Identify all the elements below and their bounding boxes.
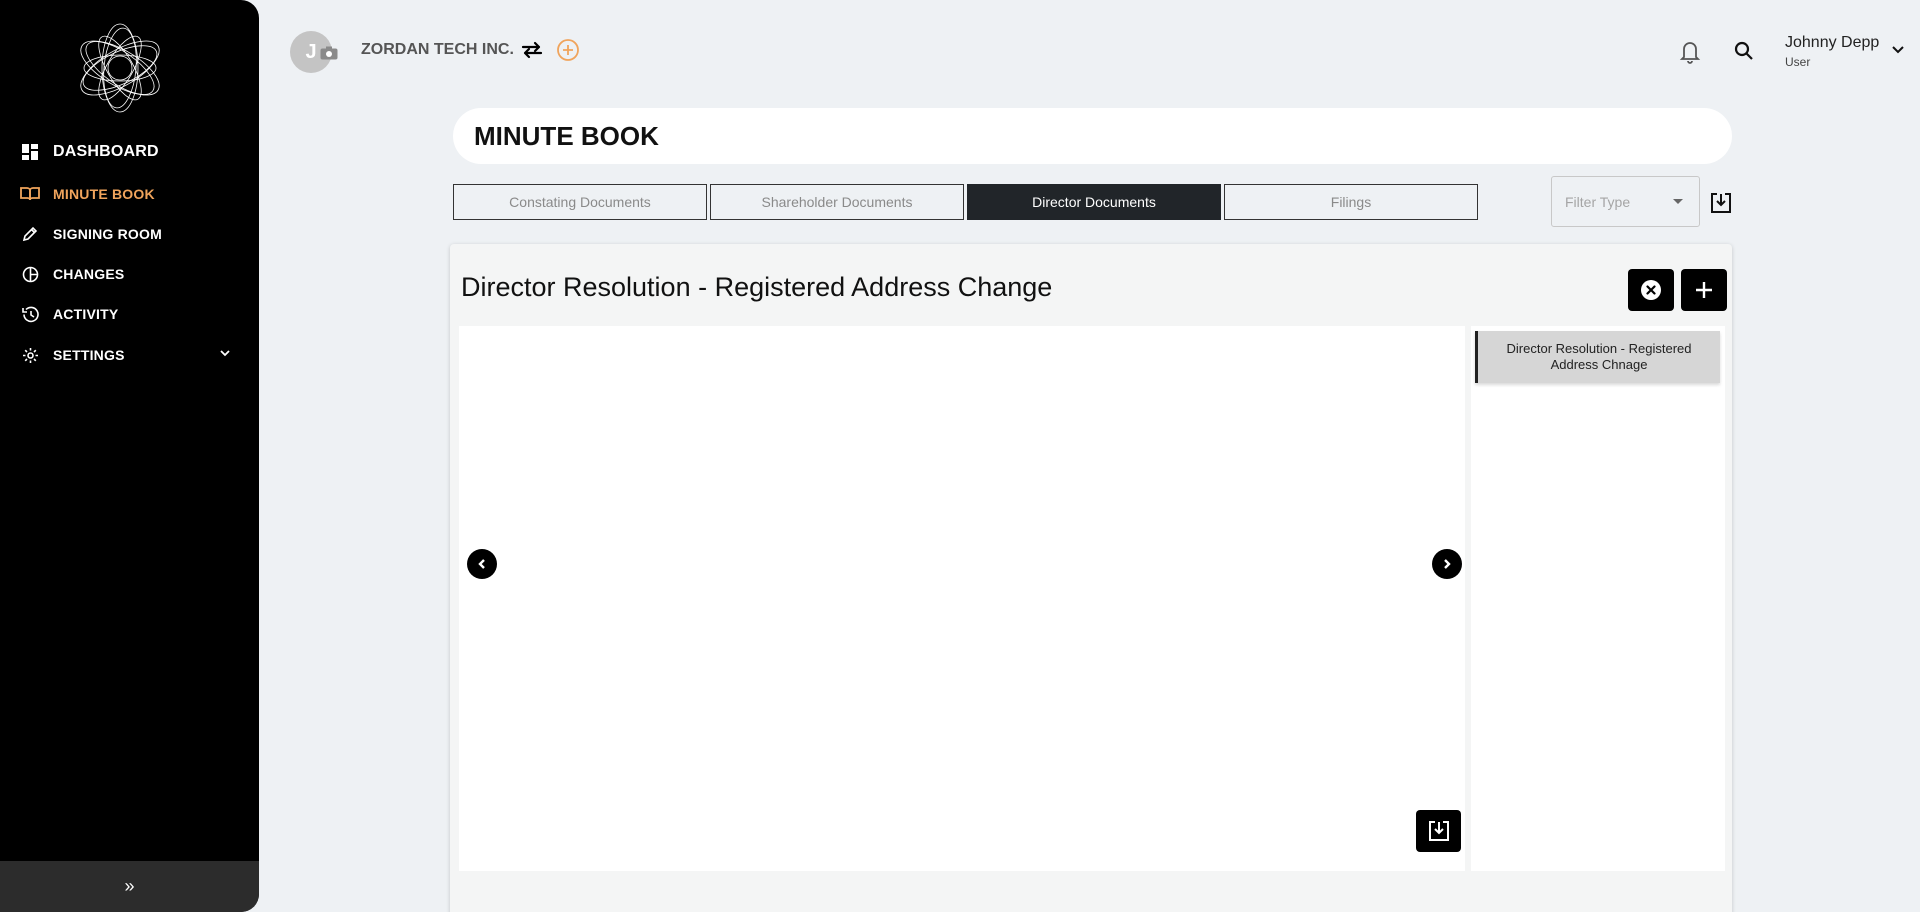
changes-icon [20,264,40,284]
caret-down-icon [1673,199,1683,204]
bell-icon[interactable] [1678,38,1702,64]
download-icon [1428,821,1449,841]
sidebar-item-label: CHANGES [53,266,125,282]
sidebar-item-activity[interactable]: ACTIVITY [0,296,259,332]
tab-constating-documents[interactable]: Constating Documents [453,184,707,220]
download-all-icon[interactable] [1709,191,1733,215]
search-icon[interactable] [1732,39,1756,63]
document-list-item-label: Director Resolution - Registered Address… [1506,341,1692,372]
page-title-bar: MINUTE BOOK [453,108,1732,164]
filter-type-select[interactable]: Filter Type [1551,176,1700,227]
chevron-left-icon [478,559,485,569]
tab-label: Shareholder Documents [761,194,913,210]
user-name[interactable]: Johnny Depp [1785,34,1879,52]
sidebar-item-label: DASHBOARD [53,143,159,160]
avatar-initial: J [305,40,317,63]
dashboard-icon [20,142,40,162]
document-list [1471,326,1725,871]
list-item[interactable]: Director Resolution - Registered Address… [1475,331,1720,383]
sidebar-item-signing-room[interactable]: SIGNING ROOM [0,216,259,252]
tab-director-documents[interactable]: Director Documents [967,184,1221,220]
tab-label: Constating Documents [509,194,651,210]
chevron-down-icon [220,350,230,357]
pen-icon [20,224,40,244]
add-company-icon[interactable] [556,38,580,62]
document-title: Director Resolution - Registered Address… [461,272,1053,302]
gear-icon [20,345,40,365]
switch-company-icon[interactable] [520,38,544,62]
next-page-button[interactable] [1432,549,1462,579]
sidebar-item-label: SIGNING ROOM [53,226,162,242]
tab-label: Director Documents [1032,194,1156,210]
sidebar-item-label: ACTIVITY [53,306,119,322]
document-viewer[interactable] [459,326,1465,871]
tab-filings[interactable]: Filings [1224,184,1478,220]
camera-icon[interactable] [320,46,338,60]
tab-shareholder-documents[interactable]: Shareholder Documents [710,184,964,220]
download-document-button[interactable] [1416,810,1461,852]
close-circle-icon [1641,280,1661,300]
sidebar: DASHBOARD MINUTE BOOK SIGNING ROOM CHANG… [0,0,259,912]
sidebar-item-settings[interactable]: SETTINGS [0,337,259,373]
sidebar-item-dashboard[interactable]: DASHBOARD [0,134,259,170]
add-document-button[interactable] [1681,269,1727,311]
double-chevron-right-icon: » [124,876,135,896]
plus-icon [1696,282,1712,298]
company-name: ZORDAN TECH INC. [361,41,514,58]
previous-page-button[interactable] [467,549,497,579]
sidebar-collapse-button[interactable]: » [0,861,259,912]
sidebar-item-minute-book[interactable]: MINUTE BOOK [0,176,259,212]
sidebar-item-changes[interactable]: CHANGES [0,256,259,292]
company-logo-icon [80,23,160,113]
book-icon [20,184,40,204]
sidebar-item-label: SETTINGS [53,347,125,363]
tab-label: Filings [1330,194,1372,210]
chevron-down-icon[interactable] [1891,45,1905,55]
history-icon [20,304,40,324]
page-title: MINUTE BOOK [474,120,659,151]
close-document-button[interactable] [1628,269,1674,311]
chevron-right-icon [1444,559,1451,569]
sidebar-item-label: MINUTE BOOK [53,186,155,202]
filter-placeholder: Filter Type [1565,193,1631,210]
user-role: User [1785,55,1811,69]
